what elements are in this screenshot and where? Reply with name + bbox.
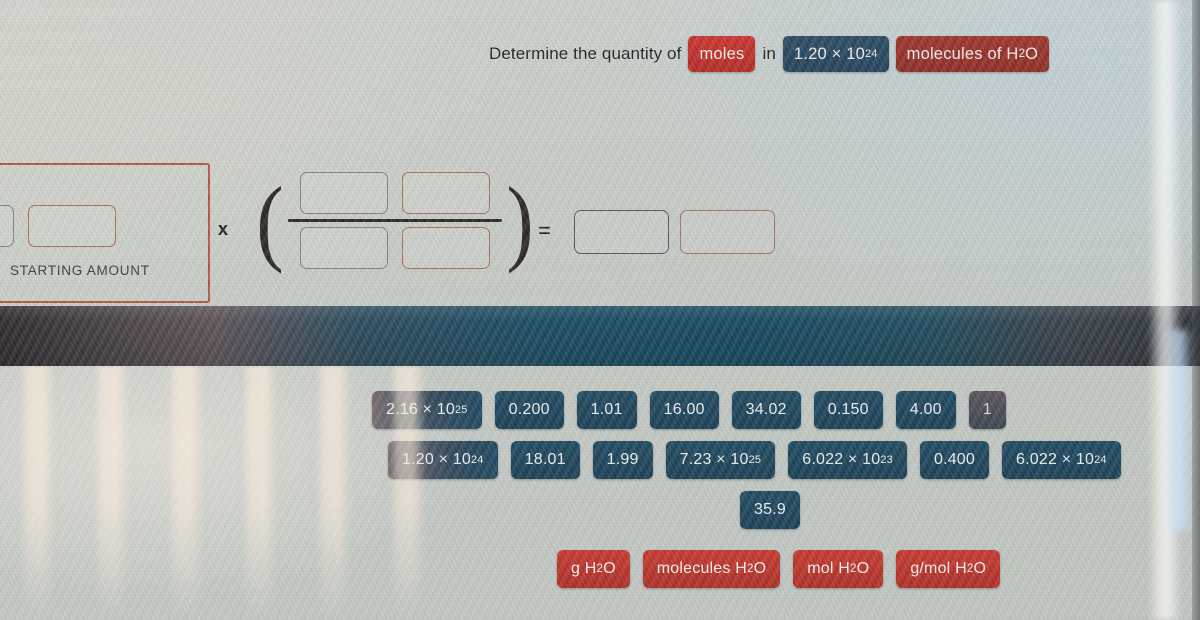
answer-tile-mantissa: 18.01 [524, 451, 566, 468]
answer-tile[interactable]: 7.23 × 10 25 [665, 441, 776, 479]
answer-tile-exponent: 24 [470, 454, 484, 466]
unit-tile-prefix: mol H [807, 560, 851, 577]
answer-tile-mantissa: 0.400 [933, 451, 976, 468]
answer-tile-mantissa: 7.23 × 10 [679, 451, 749, 468]
answer-tile-exponent: 23 [880, 454, 893, 466]
answer-tile-exponent: 25 [748, 454, 762, 466]
answer-tile[interactable]: 35.9 [740, 491, 800, 529]
answer-tile[interactable]: 34.02 [731, 391, 801, 429]
answer-tile[interactable]: 1.01 [576, 391, 637, 429]
answer-tile-mantissa: 1 [982, 401, 992, 418]
answer-tile-exponent: 25 [454, 404, 468, 416]
answer-tile[interactable]: 4.00 [895, 391, 956, 429]
answer-tile-mantissa: 1.99 [606, 451, 639, 468]
answer-tile[interactable]: 0.150 [813, 391, 883, 429]
unit-tile-prefix: g H [571, 560, 597, 577]
answer-tile[interactable]: 1.99 [592, 441, 653, 479]
answer-tile-mantissa: 35.9 [754, 501, 786, 518]
answer-tile-mantissa: 6.022 × 10 [1016, 451, 1095, 468]
unit-tile-subscript: 2 [850, 563, 857, 575]
unit-tile-suffix: O [753, 560, 767, 577]
answer-tile-mantissa: 0.150 [827, 401, 869, 418]
unit-tile-subscript: 2 [747, 563, 754, 575]
answer-tile-mantissa: 1.01 [590, 401, 623, 418]
answer-tile[interactable]: 16.00 [649, 391, 719, 429]
unit-tile-subscript: 2 [596, 563, 604, 575]
answer-tile-mantissa: 4.00 [909, 401, 942, 418]
unit-tile-subscript: 2 [966, 563, 974, 575]
answer-tile-mantissa: 1.20 × 10 [402, 451, 471, 468]
answer-bank-row-2: 1.20 × 10 24 18.01 1.99 7.23 × 10 25 6.022 × 1… [388, 441, 1121, 479]
unit-tile-prefix: molecules H [656, 560, 747, 577]
unit-tile[interactable]: g H2O [557, 550, 630, 588]
answer-bank-unit-row: g H 2 Omolecules H 2 Omol H 2 Og/mol H2O [557, 550, 1001, 588]
answer-tile[interactable]: 1 [968, 391, 1006, 429]
answer-tile-mantissa: 16.00 [663, 401, 705, 418]
unit-tile-suffix: O [856, 560, 870, 577]
answer-bank: 2.16 × 10 25 0.200 1.01 16.00 34.02 0.150 4.00 1… [0, 0, 1200, 620]
answer-tile-mantissa: 0.200 [508, 401, 550, 418]
answer-tile-mantissa: 6.022 × 10 [802, 451, 881, 468]
answer-tile[interactable]: 6.022 × 10 24 [1002, 441, 1121, 479]
answer-tile-mantissa: 2.16 × 10 [386, 401, 455, 418]
answer-tile-exponent: 24 [1094, 454, 1107, 466]
answer-bank-row-3: 35.9 [740, 491, 800, 529]
unit-tile[interactable]: molecules H2O [642, 550, 781, 588]
unit-tile[interactable]: g/mol H2O [896, 550, 1001, 588]
answer-tile[interactable]: 0.200 [494, 391, 564, 429]
answer-tile[interactable]: 1.20 × 10 24 [388, 441, 498, 479]
answer-tile[interactable]: 0.400 [919, 441, 990, 479]
answer-tile-mantissa: 34.02 [745, 401, 787, 418]
answer-tile[interactable]: 18.01 [510, 441, 580, 479]
unit-tile-suffix: O [603, 560, 616, 577]
unit-tile-suffix: O [973, 560, 987, 577]
unit-tile-prefix: g/mol H [910, 560, 967, 577]
unit-tile[interactable]: mol H2O [793, 550, 884, 588]
answer-tile[interactable]: 6.022 × 10 23 [788, 441, 907, 479]
answer-bank-row-1: 2.16 × 10 25 0.200 1.01 16.00 34.02 0.150 4.00 1 [372, 391, 1006, 429]
answer-tile[interactable]: 2.16 × 10 25 [372, 391, 482, 429]
